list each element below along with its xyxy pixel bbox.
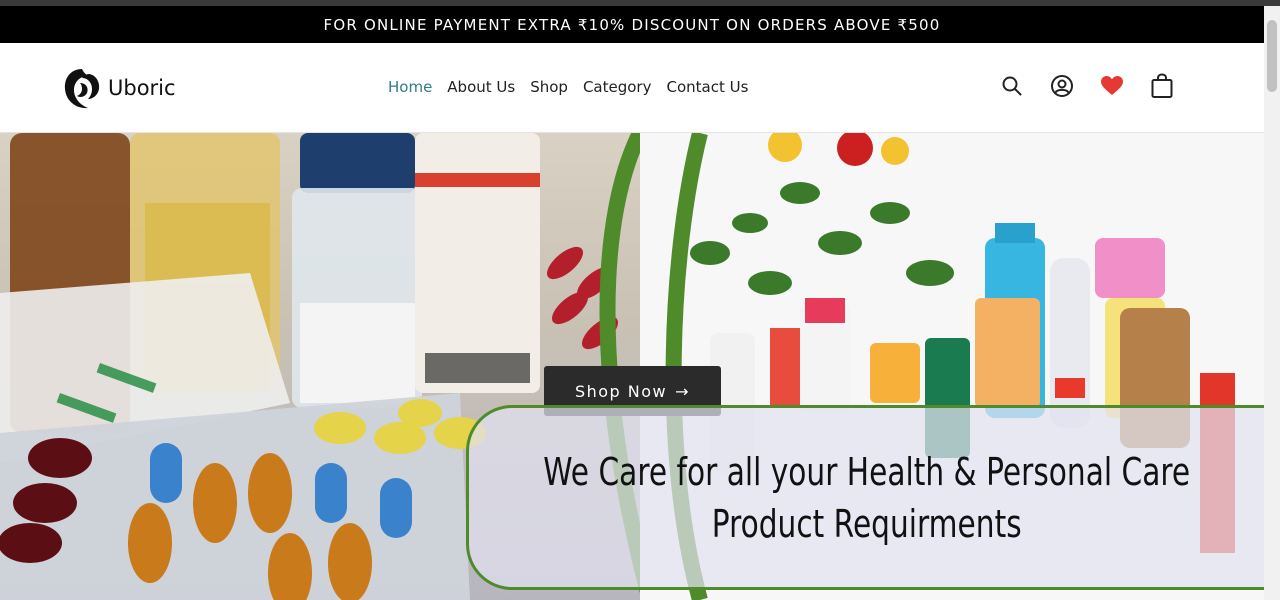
hero-caption-line2: Product Requirments <box>711 501 1022 546</box>
announcement-text: FOR ONLINE PAYMENT EXTRA ₹10% DISCOUNT O… <box>323 15 941 34</box>
nav-about-us[interactable]: About Us <box>447 78 515 96</box>
hero-banner: Shop Now → We Care for all your Health &… <box>0 133 1264 600</box>
hero-caption-box: We Care for all your Health & Personal C… <box>466 405 1264 590</box>
header-icons <box>1000 73 1174 98</box>
account-icon[interactable] <box>1050 74 1074 98</box>
main-nav: Home About Us Shop Category Contact Us <box>388 78 748 96</box>
arrow-right-icon: → <box>675 381 691 401</box>
hero-caption: We Care for all your Health & Personal C… <box>543 446 1190 550</box>
nav-shop[interactable]: Shop <box>530 78 568 96</box>
nav-contact-us[interactable]: Contact Us <box>666 78 748 96</box>
page-scrollbar[interactable] <box>1264 6 1280 600</box>
hero-caption-line1: We Care for all your Health & Personal C… <box>543 449 1190 494</box>
shop-now-label: Shop Now <box>574 381 668 401</box>
nav-home[interactable]: Home <box>388 78 432 96</box>
wishlist-heart-icon[interactable] <box>1100 74 1124 98</box>
nav-category[interactable]: Category <box>583 78 652 96</box>
cart-bag-icon[interactable] <box>1150 73 1174 98</box>
logo-text: Uboric <box>108 76 176 100</box>
search-icon[interactable] <box>1000 74 1024 98</box>
scrollbar-thumb[interactable] <box>1267 20 1277 92</box>
announcement-bar: FOR ONLINE PAYMENT EXTRA ₹10% DISCOUNT O… <box>0 6 1264 43</box>
logo-swirl-icon <box>64 69 100 109</box>
site-header: Uboric Home About Us Shop Category Conta… <box>0 43 1264 133</box>
site-logo[interactable]: Uboric <box>62 63 176 113</box>
